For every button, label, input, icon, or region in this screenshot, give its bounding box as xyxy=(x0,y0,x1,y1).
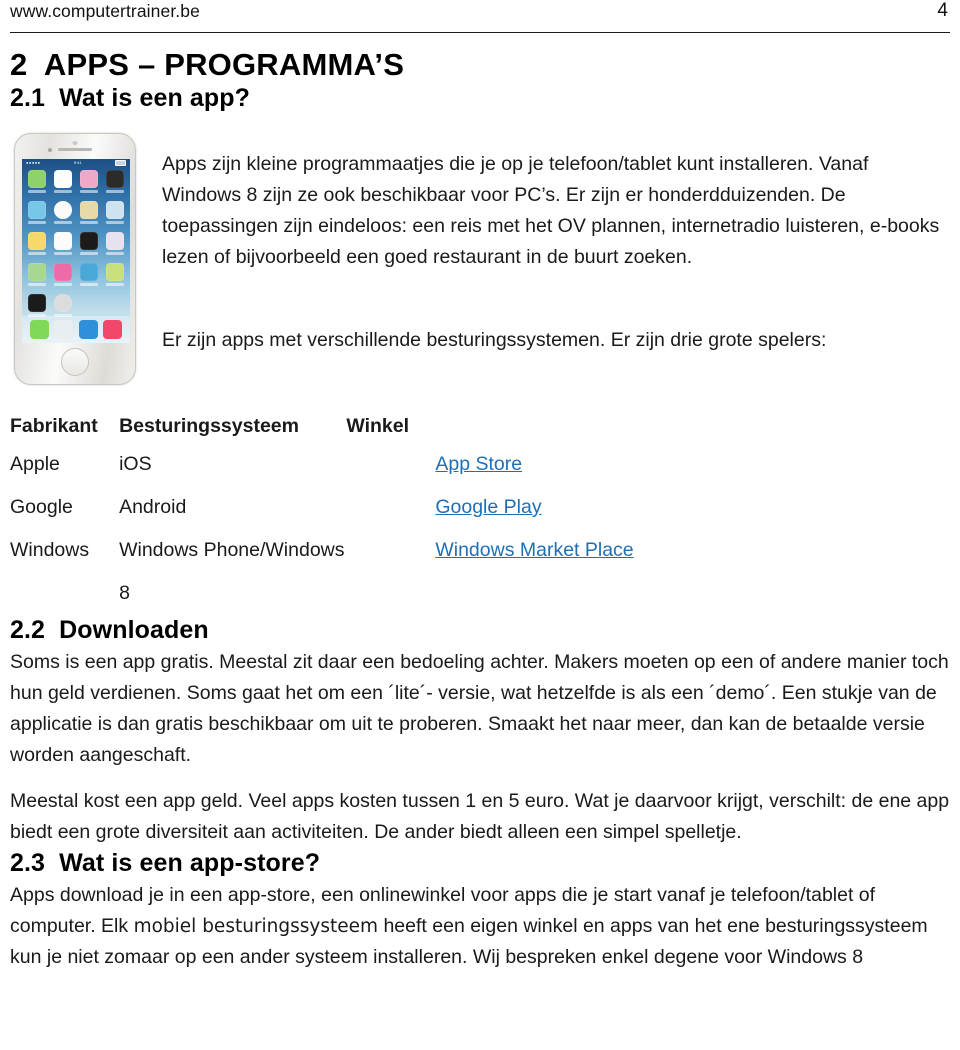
section-heading-2-1: 2.1 Wat is een app? xyxy=(10,84,251,112)
store-link-app-store[interactable]: App Store xyxy=(435,453,522,475)
table-row: Windows Windows Phone/Windows 8 Windows … xyxy=(10,529,710,615)
app-icon[interactable] xyxy=(53,201,74,232)
cell-besturingssysteem: Windows Phone/Windows 8 xyxy=(119,539,345,604)
app-icon[interactable] xyxy=(53,170,74,201)
section-heading-2-2: 2.2 Downloaden xyxy=(10,616,209,644)
cell-besturingssysteem: iOS xyxy=(119,453,152,475)
store-link-google-play[interactable]: Google Play xyxy=(435,496,541,518)
table-header-row: Fabrikant Besturingssysteem Winkel xyxy=(10,409,710,443)
cell-fabrikant: Windows xyxy=(10,539,90,561)
paragraph-2-2-second: Meestal kost een app geld. Veel apps kos… xyxy=(10,790,950,843)
earpiece-speaker-icon xyxy=(58,148,92,151)
iphone-device-body: ●●●●● 9:41 xyxy=(14,133,136,385)
app-icon[interactable] xyxy=(53,232,74,263)
phone-app-icon[interactable] xyxy=(29,320,49,339)
section-heading-2-3: 2.3 Wat is een app-store? xyxy=(10,849,321,877)
app-icon[interactable] xyxy=(79,232,100,263)
paragraph-2-1-lead: Er zijn apps met verschillende besturing… xyxy=(162,329,827,351)
app-icon[interactable] xyxy=(104,232,125,263)
app-icon[interactable] xyxy=(27,170,48,201)
column-header-winkel: Winkel xyxy=(346,415,410,437)
app-icon[interactable] xyxy=(79,170,100,201)
iphone-screen: ●●●●● 9:41 xyxy=(22,159,130,343)
ios-dock xyxy=(22,316,130,343)
iphone-figure: ●●●●● 9:41 xyxy=(6,131,144,393)
front-camera-icon xyxy=(48,148,52,152)
app-icon[interactable] xyxy=(53,263,74,294)
cell-fabrikant: Google xyxy=(10,496,73,518)
cell-winkel: App Store xyxy=(346,443,710,486)
ios-status-bar: ●●●●● 9:41 xyxy=(22,159,130,167)
paragraph-2-1: Apps zijn kleine programmaatjes die je o… xyxy=(162,153,940,268)
app-icon[interactable] xyxy=(27,263,48,294)
table-row: Apple iOS App Store xyxy=(10,443,710,486)
mail-app-icon[interactable] xyxy=(54,320,74,339)
paragraph-2-3-emphasis: mobiel besturingssysteem xyxy=(133,916,379,937)
header-site-url: www.computertrainer.be xyxy=(10,1,200,21)
battery-icon xyxy=(114,160,126,166)
intro-block: ●●●●● 9:41 Apps zijn kleine programmaatj… xyxy=(10,131,950,393)
header-page-number: 4 xyxy=(937,0,948,21)
store-link-windows-market-place[interactable]: Windows Market Place xyxy=(435,539,633,561)
cell-winkel: Google Play xyxy=(346,486,710,529)
proximity-sensor-icon xyxy=(72,141,78,145)
table-row: Google Android Google Play xyxy=(10,486,710,529)
app-icon[interactable] xyxy=(79,201,100,232)
app-icon[interactable] xyxy=(27,201,48,232)
ios-app-grid xyxy=(22,167,130,325)
app-icon[interactable] xyxy=(79,263,100,294)
operating-systems-table: Fabrikant Besturingssysteem Winkel Apple… xyxy=(10,409,710,615)
app-icon[interactable] xyxy=(104,263,125,294)
app-icon[interactable] xyxy=(104,201,125,232)
column-header-besturingssysteem: Besturingssysteem xyxy=(119,415,299,437)
cell-besturingssysteem: Android xyxy=(119,496,187,518)
paragraph-2-2-first: Soms is een app gratis. Meestal zit daar… xyxy=(10,651,949,766)
cell-winkel: Windows Market Place xyxy=(346,529,710,615)
app-icon[interactable] xyxy=(27,232,48,263)
safari-app-icon[interactable] xyxy=(78,320,98,339)
signal-strength-icon: ●●●●● xyxy=(26,160,41,165)
column-header-fabrikant: Fabrikant xyxy=(10,415,98,437)
document-page: www.computertrainer.be 4 2 APPS – PROGRA… xyxy=(0,0,960,1050)
status-bar-clock: 9:41 xyxy=(73,160,82,165)
home-button-icon[interactable] xyxy=(61,348,89,376)
music-app-icon[interactable] xyxy=(103,320,123,339)
chapter-heading: 2 APPS – PROGRAMMA’S xyxy=(10,47,405,82)
paragraph-2-3: Apps download je in een app-store, een o… xyxy=(10,880,950,973)
app-icon[interactable] xyxy=(104,170,125,201)
cell-fabrikant: Apple xyxy=(10,453,60,475)
page-header: www.computertrainer.be 4 xyxy=(10,0,950,33)
